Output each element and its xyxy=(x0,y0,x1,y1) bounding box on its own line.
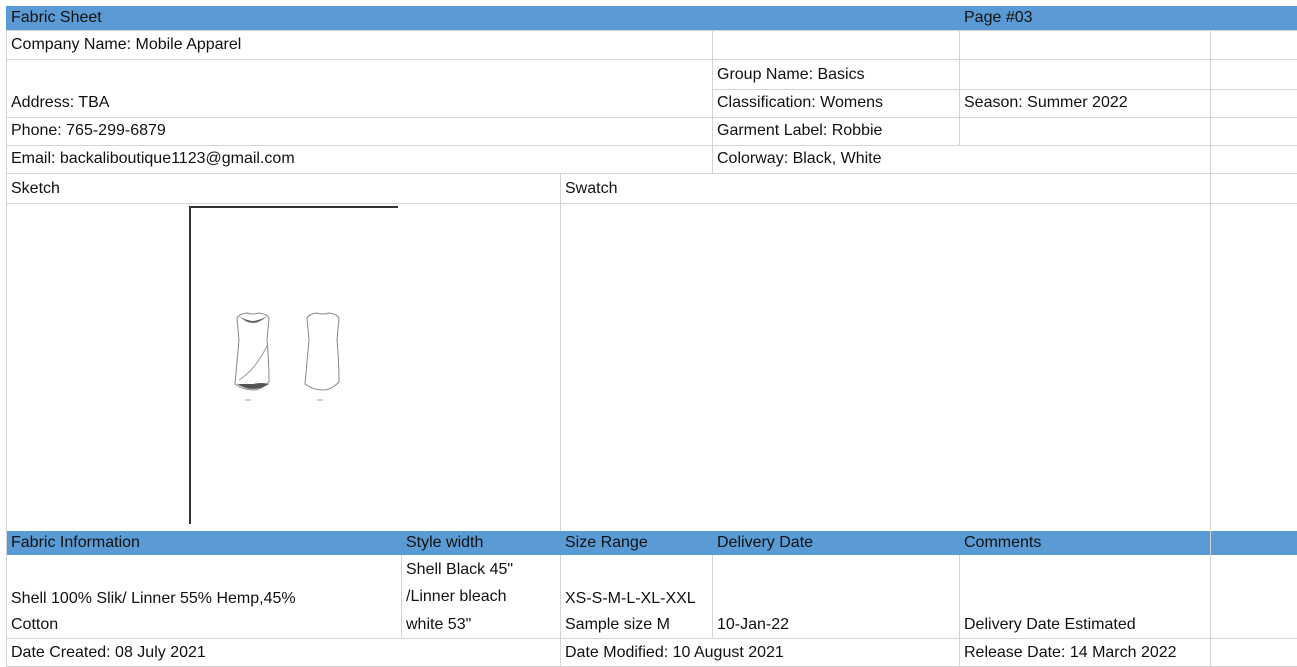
garment-neck-shading xyxy=(239,316,267,323)
col-comments: Comments xyxy=(964,534,1042,551)
sketch-frame xyxy=(189,206,398,208)
style-width-line3: white 53" xyxy=(406,616,472,633)
size-range-line1: XS-S-M-L-XL-XXL xyxy=(565,590,696,607)
col-style-width: Style width xyxy=(406,534,484,551)
grid-line xyxy=(6,638,1297,639)
colorway: Colorway: Black, White xyxy=(717,150,882,167)
garment-sketch xyxy=(234,312,340,401)
company-name: Company Name: Mobile Apparel xyxy=(11,36,242,53)
grid-line xyxy=(6,203,1297,204)
garment-wrap-line xyxy=(238,345,268,381)
page-number: Page #03 xyxy=(964,9,1033,26)
fabric-sheet: Fabric Sheet Page #03 Company Name: Mobi… xyxy=(0,0,1297,667)
comment-value: Delivery Date Estimated xyxy=(964,616,1136,633)
group-name: Group Name: Basics xyxy=(717,66,865,83)
col-delivery-date: Delivery Date xyxy=(717,534,814,551)
delivery-date-value: 10-Jan-22 xyxy=(717,616,790,633)
col-fabric-info: Fabric Information xyxy=(11,534,140,551)
style-width-line2: /Linner bleach xyxy=(406,588,507,605)
sheet-title: Fabric Sheet xyxy=(11,9,102,26)
grid-line xyxy=(6,145,1297,146)
address: Address: TBA xyxy=(11,94,110,111)
sketch-frame xyxy=(189,206,191,524)
style-width-line1: Shell Black 45" xyxy=(406,561,514,578)
date-created: Date Created: 08 July 2021 xyxy=(11,644,206,661)
garment-label: Garment Label: Robbie xyxy=(717,122,883,139)
grid-line xyxy=(6,59,1297,60)
grid-line xyxy=(560,173,561,531)
season: Season: Summer 2022 xyxy=(964,94,1128,111)
sketch-label: Sketch xyxy=(11,180,60,197)
grid-line xyxy=(6,117,1297,118)
fabric-info-line1: Shell 100% Slik/ Linner 55% Hemp,45% xyxy=(11,590,296,607)
grid-line xyxy=(6,173,1297,174)
garment-back xyxy=(304,312,340,391)
grid-line xyxy=(1210,30,1211,667)
classification: Classification: Womens xyxy=(717,94,883,111)
email: Email: backaliboutique1123@gmail.com xyxy=(11,150,295,167)
release-date: Release Date: 14 March 2022 xyxy=(964,644,1177,661)
grid-line xyxy=(6,30,1297,31)
header-band xyxy=(6,6,1297,30)
grid-line xyxy=(959,30,960,145)
fabric-info-line2: Cotton xyxy=(11,616,59,633)
phone: Phone: 765-299-6879 xyxy=(11,122,166,139)
swatch-label: Swatch xyxy=(565,180,618,197)
date-modified: Date Modified: 10 August 2021 xyxy=(565,644,784,661)
col-size-range: Size Range xyxy=(565,534,648,551)
table-header-band xyxy=(6,531,1297,555)
size-range-line2: Sample size M xyxy=(565,616,670,633)
